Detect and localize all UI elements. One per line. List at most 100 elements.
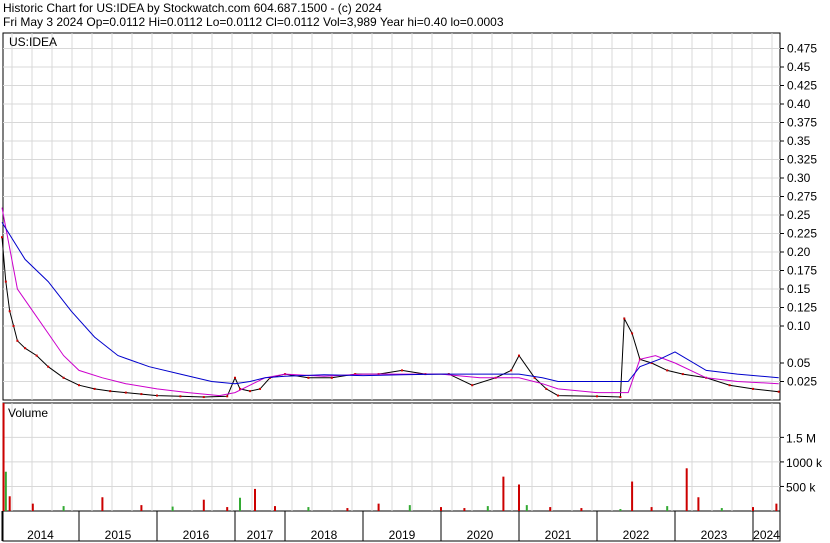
price-point — [728, 384, 731, 387]
volume-bar — [408, 505, 411, 511]
price-point — [93, 387, 96, 390]
price-point — [12, 325, 15, 327]
price-point — [631, 332, 634, 335]
volume-bar — [346, 508, 349, 511]
volume-bar — [226, 507, 229, 511]
volume-bar — [440, 507, 442, 511]
price-point — [623, 317, 626, 320]
volume-bar — [377, 503, 380, 511]
price-tick-label: 0.025 — [787, 375, 817, 389]
price-point — [307, 376, 310, 379]
volume-bar — [274, 506, 276, 511]
price-point — [619, 396, 622, 399]
price-tick-label: 0.20 — [787, 245, 811, 259]
price-point — [681, 373, 684, 376]
volume-bar — [202, 499, 205, 511]
price-point — [259, 387, 261, 390]
year-label: 2015 — [105, 528, 132, 542]
year-label: 2024 — [753, 528, 780, 542]
price-tick-label: 0.25 — [787, 208, 811, 222]
volume-bar — [752, 507, 754, 511]
volume-bar — [8, 496, 11, 511]
price-tick-label: 0.30 — [787, 171, 811, 185]
volume-bar — [666, 506, 669, 511]
series-ma-short-line — [1, 207, 779, 397]
price-tick-label: 0.475 — [787, 42, 817, 56]
price-point — [24, 347, 27, 350]
volume-tick-label: 1.5 M — [786, 431, 816, 445]
year-label: 2016 — [183, 528, 210, 542]
year-label: 2014 — [27, 528, 54, 542]
price-point — [156, 394, 158, 397]
stock-chart: 0.475 0.45 0.425 0.40 0.375 0.35 0.325 0.30 0.27… — [1, 32, 823, 542]
volume-bar — [307, 507, 310, 511]
price-point — [557, 394, 559, 397]
price-point — [518, 354, 520, 357]
price-tick-label: 0.10 — [787, 319, 811, 333]
year-label: 2018 — [311, 528, 338, 542]
series-price-line — [1, 237, 779, 398]
price-tick-label: 0.40 — [787, 97, 811, 111]
volume-bar — [463, 508, 466, 511]
volume-bar — [619, 509, 622, 511]
price-tick-label: 0.275 — [787, 190, 817, 204]
price-point — [4, 280, 7, 283]
price-point — [596, 395, 598, 398]
price-tick-label: 0.375 — [787, 116, 817, 130]
volume-bar — [502, 476, 505, 511]
price-tick-label: 0.225 — [787, 227, 817, 241]
volume-bar — [140, 505, 143, 511]
year-label: 2023 — [701, 528, 728, 542]
price-point — [234, 376, 236, 379]
price-point — [62, 376, 65, 379]
price-point — [179, 395, 182, 398]
year-label: 2019 — [389, 528, 416, 542]
volume-bar — [254, 488, 256, 511]
price-tick-label: 0.125 — [787, 301, 817, 315]
price-tick-label: 0.05 — [787, 356, 811, 370]
volume-tick-label: 1000 k — [786, 456, 823, 470]
price-point — [109, 390, 112, 393]
volume-bar — [775, 503, 778, 511]
volume-bar — [525, 505, 528, 511]
price-point — [124, 391, 127, 394]
volume-bar — [31, 503, 34, 511]
volume-panel-title: Volume — [8, 406, 48, 420]
price-tick-label: 0.175 — [787, 264, 817, 278]
price-point — [1, 236, 3, 239]
price-point — [510, 369, 513, 372]
volume-bar — [580, 508, 583, 511]
volume-tick-label: 500 k — [786, 480, 816, 494]
price-point — [202, 396, 205, 399]
volume-bar — [631, 481, 634, 511]
price-panel-title: US:IDEA — [9, 35, 57, 49]
price-tick-label: 0.425 — [787, 79, 817, 93]
volume-bar — [720, 508, 723, 511]
year-label: 2017 — [247, 528, 274, 542]
volume-bar — [4, 471, 7, 511]
volume-bar — [650, 507, 653, 511]
price-point — [330, 376, 333, 379]
price-point — [140, 393, 143, 396]
volume-bar — [697, 497, 700, 511]
price-point — [752, 387, 754, 390]
year-label: 2021 — [545, 528, 572, 542]
price-tick-label: 0.35 — [787, 134, 811, 148]
price-point — [78, 384, 80, 387]
volume-bar — [685, 468, 688, 511]
volume-bar — [486, 506, 489, 511]
volume-bar — [171, 506, 174, 511]
price-point — [8, 310, 11, 313]
volume-bar — [549, 507, 552, 511]
price-point — [226, 395, 229, 398]
price-tick-label: 0.15 — [787, 282, 811, 296]
volume-bar — [101, 497, 104, 511]
price-point — [545, 387, 548, 390]
series-ma-long-line — [1, 222, 779, 385]
volume-bar — [239, 497, 241, 511]
price-point — [401, 369, 403, 372]
volume-bar — [2, 403, 5, 511]
price-point — [35, 354, 38, 357]
volume-bar — [518, 484, 520, 511]
volume-bar — [62, 506, 65, 511]
